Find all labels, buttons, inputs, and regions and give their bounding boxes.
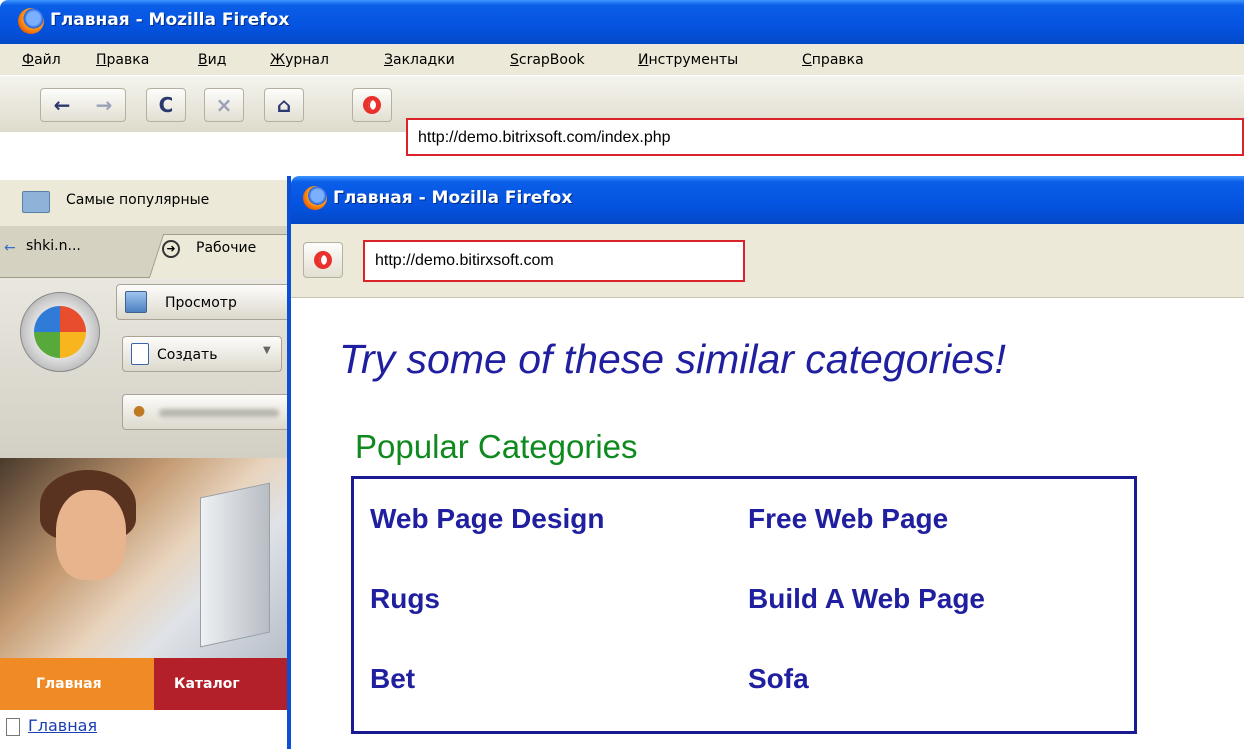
create-button[interactable]: Создать ▼ xyxy=(122,336,282,372)
category-link[interactable]: Bet xyxy=(370,663,415,695)
category-link[interactable]: Build A Web Page xyxy=(748,583,985,615)
front-navigation-toolbar: http://demo.bitirxsoft.com xyxy=(291,224,1244,298)
bookmark-folder-icon xyxy=(22,191,50,213)
menu-help[interactable]: Справка xyxy=(802,52,864,68)
category-link[interactable]: Web Page Design xyxy=(370,503,604,535)
dropdown-arrow-icon[interactable]: ▼ xyxy=(263,345,271,356)
home-icon: ⌂ xyxy=(276,93,292,117)
bookmarks-toolbar: Самые популярные xyxy=(0,180,290,226)
page-headline: Try some of these similar categories! xyxy=(339,336,1006,382)
document-icon xyxy=(131,343,149,365)
menu-bar: Файл Правка Вид Журнал Закладки ScrapBoo… xyxy=(0,44,1244,76)
menu-edit[interactable]: Правка xyxy=(96,52,149,68)
reload-icon: C xyxy=(158,93,174,117)
back-forward-button[interactable]: ← → xyxy=(40,88,126,122)
front-url-text[interactable]: http://demo.bitirxsoft.com xyxy=(375,252,554,270)
photo-face xyxy=(56,490,126,580)
photo-monitor xyxy=(200,482,270,648)
start-orb-icon xyxy=(34,306,86,358)
tab-strip: ← shki.n... ➜ Рабочие xyxy=(0,226,304,278)
site-tab-catalog[interactable]: Каталог xyxy=(154,658,290,710)
categories-box: Web Page Design Free Web Page Rugs Build… xyxy=(351,476,1137,734)
site-identity-button[interactable] xyxy=(352,88,392,122)
forward-arrow-icon[interactable]: → xyxy=(96,93,113,117)
view-label: Просмотр xyxy=(165,295,237,311)
front-url-bar[interactable]: http://demo.bitirxsoft.com xyxy=(363,240,745,282)
category-link[interactable]: Sofa xyxy=(748,663,809,695)
category-link[interactable]: Free Web Page xyxy=(748,503,948,535)
parked-page-content: Try some of these similar categories! Po… xyxy=(291,298,1244,749)
monitor-icon xyxy=(125,291,147,313)
user-icon: ● xyxy=(133,403,146,419)
reload-button[interactable]: C xyxy=(146,88,186,122)
menu-tools[interactable]: Инструменты xyxy=(638,52,738,68)
front-site-identity-button[interactable] xyxy=(303,242,343,278)
tab-2[interactable]: Рабочие xyxy=(196,240,256,256)
page-icon xyxy=(6,718,20,736)
categories-title: Popular Categories xyxy=(355,428,638,465)
menu-bookmarks[interactable]: Закладки xyxy=(384,52,455,68)
bookmark-most-visited[interactable]: Самые популярные xyxy=(66,192,209,208)
tab-scroll-left-icon[interactable]: ← xyxy=(4,240,16,256)
tab-2-arrow-icon: ➜ xyxy=(162,240,180,258)
category-link[interactable]: Rugs xyxy=(370,583,440,615)
screenshot-stage: Главная - Mozilla Firefox Файл Правка Ви… xyxy=(0,0,1244,749)
stop-button[interactable]: × xyxy=(204,88,244,122)
site-navigation: Главная Каталог xyxy=(0,658,290,710)
back-url-text[interactable]: http://demo.bitrixsoft.com/index.php xyxy=(418,129,671,147)
back-url-bar[interactable]: http://demo.bitrixsoft.com/index.php xyxy=(406,118,1244,156)
back-window-titlebar: Главная - Mozilla Firefox xyxy=(0,0,1244,44)
home-button[interactable]: ⌂ xyxy=(264,88,304,122)
tab-1[interactable]: shki.n... xyxy=(26,238,81,254)
menu-history[interactable]: Журнал xyxy=(270,52,329,68)
view-button[interactable]: Просмотр xyxy=(116,284,294,320)
user-button[interactable]: ● xyxy=(122,394,294,430)
back-arrow-icon[interactable]: ← xyxy=(54,93,71,117)
bitrix-icon xyxy=(314,251,332,269)
menu-file[interactable]: Файл xyxy=(22,52,61,68)
bitrix-admin-panel: Просмотр Создать ▼ ● xyxy=(0,278,294,458)
stop-icon: × xyxy=(215,93,233,117)
front-window-titlebar: Главная - Mozilla Firefox xyxy=(291,176,1244,224)
back-window-title: Главная - Mozilla Firefox xyxy=(50,10,290,30)
front-window: Главная - Mozilla Firefox http://demo.bi… xyxy=(287,176,1244,749)
site-tab-home[interactable]: Главная xyxy=(0,658,154,710)
menu-scrapbook[interactable]: ScrapBook xyxy=(510,52,585,68)
blurred-username xyxy=(159,409,279,417)
create-label: Создать xyxy=(157,347,218,363)
site-home-link[interactable]: Главная xyxy=(28,716,97,735)
front-window-title: Главная - Mozilla Firefox xyxy=(333,188,573,208)
firefox-logo-icon xyxy=(303,186,327,210)
bitrix-icon xyxy=(363,96,381,114)
menu-view[interactable]: Вид xyxy=(198,52,226,68)
firefox-logo-icon xyxy=(18,8,44,34)
